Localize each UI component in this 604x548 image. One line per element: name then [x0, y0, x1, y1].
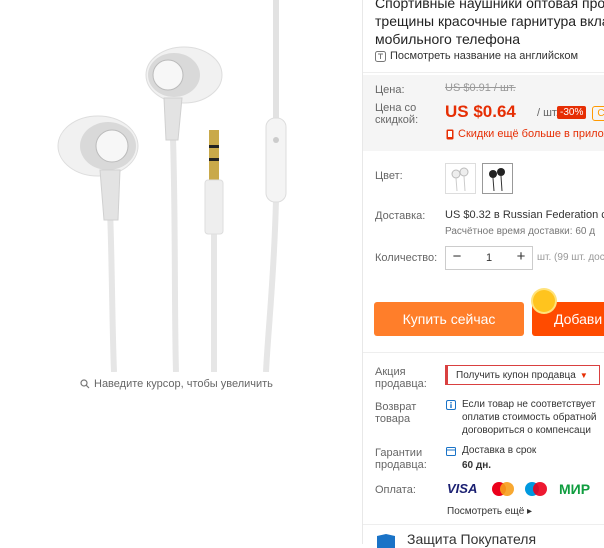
sale-price: US $0.64 [445, 102, 516, 121]
info-icon [446, 400, 456, 410]
phone-icon [446, 129, 454, 139]
black-earphones-thumbnail [489, 168, 505, 192]
buyer-protection-title: Защита Покупателя [407, 531, 537, 547]
shield-icon [377, 534, 395, 548]
zoom-hint-text: Наведите курсор, чтобы увеличить [94, 378, 273, 390]
product-info: Спортивные наушники оптовая прода трещин… [363, 0, 604, 548]
discount-price-label: Цена со скидкой: [375, 102, 419, 126]
translate-icon [375, 50, 386, 62]
guarantee-days: 60 дн. [462, 460, 492, 471]
product-title-line: мобильного телефона [375, 31, 521, 47]
coin-icon [533, 290, 555, 312]
see-more-text: Посмотреть ещё [447, 506, 525, 517]
product-image[interactable] [0, 0, 362, 372]
shipping-label: Доставка: [375, 210, 426, 222]
see-more-payments-link[interactable]: Посмотреть ещё ▸ [447, 506, 532, 517]
visa-logo: VISA [447, 481, 478, 496]
product-gallery: Наведите курсор, чтобы увеличить [0, 0, 362, 544]
separator [363, 72, 604, 73]
returns-label: Возврат товара [375, 401, 417, 425]
product-title-line: трещины красочные гарнитура вклад [375, 13, 604, 29]
guarantee-label: Гарантии продавца: [375, 447, 427, 471]
returns-line: договориться о компенсаци [462, 425, 591, 436]
maestro-logo [525, 482, 547, 496]
product-title-line: Спортивные наушники оптовая прода [375, 0, 604, 11]
price-label: Цена: [375, 84, 405, 96]
color-option-black[interactable] [482, 163, 513, 194]
quantity-decrease-button[interactable]: − [446, 247, 468, 269]
returns-line: оплатив стоимость обратной [462, 412, 597, 423]
guarantee-line: Доставка в срок [462, 445, 537, 456]
separator [363, 524, 604, 525]
color-label: Цвет: [375, 170, 403, 182]
available-quantity: шт. (99 шт. досту [537, 252, 604, 263]
magnifier-icon [80, 379, 90, 389]
app-promo[interactable]: Скидки ещё больше в прилож [445, 128, 604, 140]
price-block: Цена: US $0.91 / шт. Цена со скидкой: US… [363, 75, 604, 151]
white-earphones-thumbnail [451, 167, 469, 192]
shipping-eta: Расчётное время доставки: 60 д [445, 226, 596, 237]
quantity-stepper: − 1 + [445, 246, 533, 270]
quantity-input[interactable]: 1 [468, 247, 510, 269]
calendar-icon [446, 447, 456, 456]
product-title: Спортивные наушники оптовая прода трещин… [375, 0, 604, 48]
translate-link-text: Посмотреть название на английском [390, 50, 579, 62]
app-promo-text: Скидки ещё больше в прилож [458, 128, 604, 140]
seller-promo-label: Акция продавца: [375, 366, 427, 390]
zoom-hint: Наведите курсор, чтобы увеличить [80, 378, 273, 390]
mir-logo: МИР [559, 481, 591, 497]
caret-right-icon: ▸ [527, 506, 533, 517]
discount-badge: -30% [557, 106, 587, 119]
caret-down-icon: ▼ [579, 371, 588, 380]
quantity-label: Количество: [375, 252, 438, 264]
mastercard-logo [492, 482, 514, 496]
get-coupon-text: Получить купон продавца [456, 370, 576, 381]
shipping-value[interactable]: US $0.32 в Russian Federation с/ [445, 209, 604, 221]
coupon-icon[interactable]: C [592, 106, 604, 121]
separator [363, 352, 604, 353]
get-coupon-dropdown[interactable]: Получить купон продавца ▼ [445, 365, 600, 385]
original-price: US $0.91 / шт. [445, 82, 516, 94]
buy-now-button[interactable]: Купить сейчас [374, 302, 524, 336]
returns-line: Если товар не соответствует [462, 399, 596, 410]
payment-label: Оплата: [375, 484, 416, 496]
quantity-increase-button[interactable]: + [510, 247, 532, 269]
price-unit: / шт. [537, 107, 559, 119]
color-option-white[interactable] [445, 163, 476, 194]
translate-title-link[interactable]: Посмотреть название на английском [375, 50, 578, 62]
